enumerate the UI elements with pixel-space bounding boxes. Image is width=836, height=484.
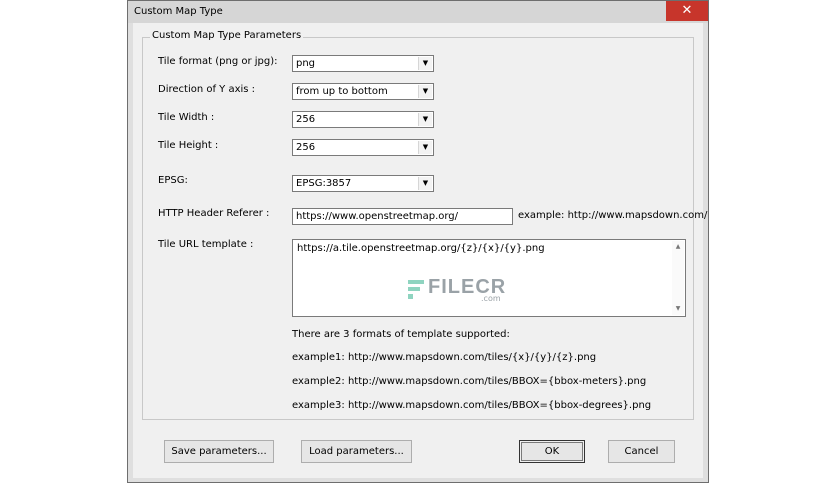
url-template-input[interactable]: https://a.tile.openstreetmap.org/{z}/{x}… (292, 239, 686, 317)
url-template-scrollbar[interactable]: ▲ ▼ (672, 241, 684, 315)
tile-format-select[interactable]: png ▼ (292, 55, 434, 72)
referer-value: https://www.openstreetmap.org/ (296, 211, 459, 222)
tile-width-label: Tile Width : (158, 112, 215, 123)
tile-format-label: Tile format (png or jpg): (158, 56, 278, 67)
referer-example: example: http://www.mapsdown.com/ (518, 210, 708, 221)
chevron-down-icon[interactable]: ▼ (418, 141, 432, 154)
tile-height-label: Tile Height : (158, 140, 219, 151)
epsg-label: EPSG: (158, 175, 188, 186)
custom-map-type-dialog: Custom Map Type ✕ Custom Map Type Parame… (127, 0, 709, 483)
help-intro: There are 3 formats of template supporte… (292, 329, 510, 340)
referer-input[interactable]: https://www.openstreetmap.org/ (292, 208, 513, 225)
close-button[interactable]: ✕ (666, 1, 708, 21)
tile-format-value: png (296, 58, 316, 69)
y-direction-select[interactable]: from up to bottom ▼ (292, 83, 434, 100)
save-parameters-button[interactable]: Save parameters... (164, 440, 274, 463)
help-example-3: example3: http://www.mapsdown.com/tiles/… (292, 400, 652, 411)
tile-width-value: 256 (296, 114, 316, 125)
watermark-logo-icon (408, 280, 424, 299)
y-direction-label: Direction of Y axis : (158, 84, 256, 95)
watermark: FILECR .com (406, 276, 505, 303)
parameters-group: Custom Map Type Parameters Tile format (… (142, 30, 707, 420)
chevron-down-icon[interactable]: ▼ (418, 57, 432, 70)
tile-width-select[interactable]: 256 ▼ (292, 111, 434, 128)
watermark-sub: .com (481, 294, 501, 303)
dialog-body: Custom Map Type Parameters Tile format (… (133, 23, 707, 478)
referer-label: HTTP Header Referer : (158, 208, 270, 219)
scroll-up-icon[interactable]: ▲ (672, 241, 684, 253)
title-bar: Custom Map Type ✕ (128, 1, 708, 23)
close-icon: ✕ (681, 3, 693, 18)
help-example-2: example2: http://www.mapsdown.com/tiles/… (292, 376, 647, 387)
help-example-1: example1: http://www.mapsdown.com/tiles/… (292, 352, 597, 363)
chevron-down-icon[interactable]: ▼ (418, 177, 432, 190)
load-parameters-button[interactable]: Load parameters... (301, 440, 412, 463)
y-direction-value: from up to bottom (296, 86, 388, 97)
url-template-label: Tile URL template : (158, 239, 254, 250)
group-title: Custom Map Type Parameters (150, 30, 304, 41)
url-template-value: https://a.tile.openstreetmap.org/{z}/{x}… (297, 243, 545, 254)
chevron-down-icon[interactable]: ▼ (418, 85, 432, 98)
tile-height-select[interactable]: 256 ▼ (292, 139, 434, 156)
epsg-select[interactable]: EPSG:3857 ▼ (292, 175, 434, 192)
chevron-down-icon[interactable]: ▼ (418, 113, 432, 126)
tile-height-value: 256 (296, 142, 316, 153)
window-title: Custom Map Type (134, 6, 223, 17)
ok-button[interactable]: OK (519, 440, 585, 463)
scroll-down-icon[interactable]: ▼ (672, 303, 684, 315)
cancel-button[interactable]: Cancel (608, 440, 675, 463)
epsg-value: EPSG:3857 (296, 178, 352, 189)
